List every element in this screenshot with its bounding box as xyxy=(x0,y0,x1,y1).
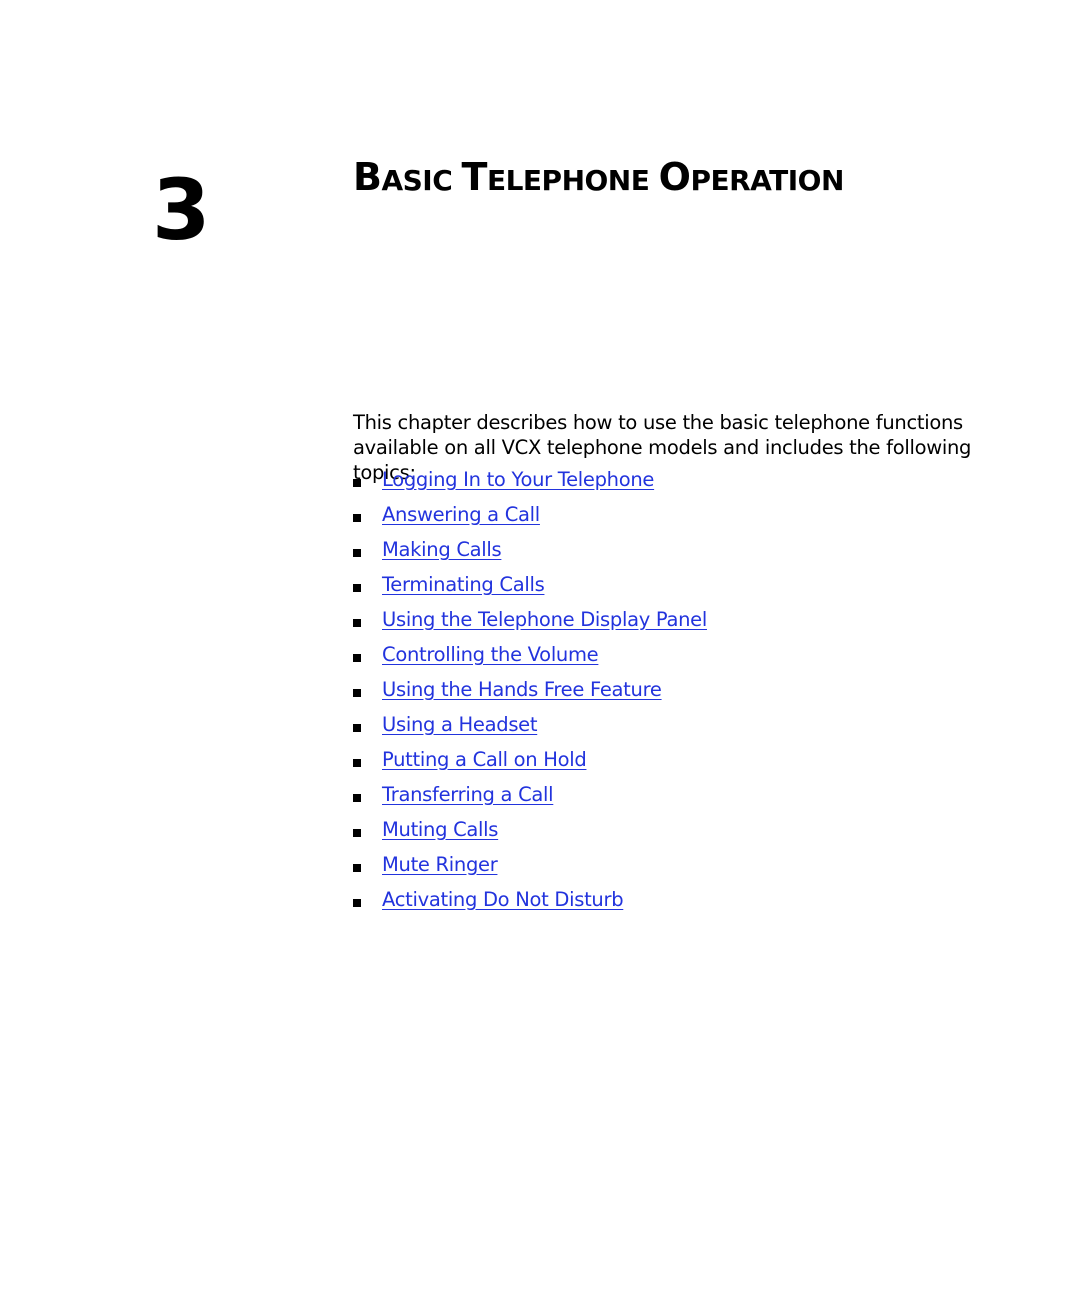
square-bullet-icon xyxy=(353,618,361,627)
topic-link[interactable]: Transferring a Call xyxy=(382,783,554,806)
topic-link[interactable]: Using the Hands Free Feature xyxy=(382,678,662,701)
chapter-title: BASIC TELEPHONE OPERATION xyxy=(353,158,844,196)
topic-link[interactable]: Activating Do Not Disturb xyxy=(382,888,624,911)
topic-item: Putting a Call on Hold xyxy=(353,742,707,777)
topic-link[interactable]: Using the Telephone Display Panel xyxy=(382,608,707,631)
topic-link[interactable]: Putting a Call on Hold xyxy=(382,748,587,771)
title-word-basic: BASIC xyxy=(353,155,462,199)
square-bullet-icon xyxy=(353,723,361,732)
topic-item: Controlling the Volume xyxy=(353,637,707,672)
topic-item: Logging In to Your Telephone xyxy=(353,462,707,497)
square-bullet-icon xyxy=(353,793,361,802)
topic-item: Using a Headset xyxy=(353,707,707,742)
topic-item: Transferring a Call xyxy=(353,777,707,812)
square-bullet-icon xyxy=(353,688,361,697)
square-bullet-icon xyxy=(353,583,361,592)
topic-link[interactable]: Terminating Calls xyxy=(382,573,545,596)
topic-link[interactable]: Answering a Call xyxy=(382,503,540,526)
topic-link[interactable]: Making Calls xyxy=(382,538,502,561)
topic-item: Using the Telephone Display Panel xyxy=(353,602,707,637)
title-word-telephone: TELEPHONE xyxy=(461,155,659,199)
square-bullet-icon xyxy=(353,513,361,522)
square-bullet-icon xyxy=(353,548,361,557)
topic-item: Terminating Calls xyxy=(353,567,707,602)
square-bullet-icon xyxy=(353,653,361,662)
topic-link[interactable]: Muting Calls xyxy=(382,818,498,841)
topic-link[interactable]: Logging In to Your Telephone xyxy=(382,468,654,491)
topic-item: Answering a Call xyxy=(353,497,707,532)
topic-list: Logging In to Your Telephone Answering a … xyxy=(353,462,707,917)
topic-item: Using the Hands Free Feature xyxy=(353,672,707,707)
topic-item: Activating Do Not Disturb xyxy=(353,882,707,917)
square-bullet-icon xyxy=(353,828,361,837)
topic-link[interactable]: Controlling the Volume xyxy=(382,643,599,666)
topic-item: Mute Ringer xyxy=(353,847,707,882)
topic-item: Muting Calls xyxy=(353,812,707,847)
topic-link[interactable]: Mute Ringer xyxy=(382,853,498,876)
square-bullet-icon xyxy=(353,898,361,907)
square-bullet-icon xyxy=(353,758,361,767)
square-bullet-icon xyxy=(353,863,361,872)
chapter-number: 3 xyxy=(152,161,210,259)
square-bullet-icon xyxy=(353,478,361,487)
topic-item: Making Calls xyxy=(353,532,707,567)
topic-link[interactable]: Using a Headset xyxy=(382,713,538,736)
title-word-operation: OPERATION xyxy=(658,155,845,199)
